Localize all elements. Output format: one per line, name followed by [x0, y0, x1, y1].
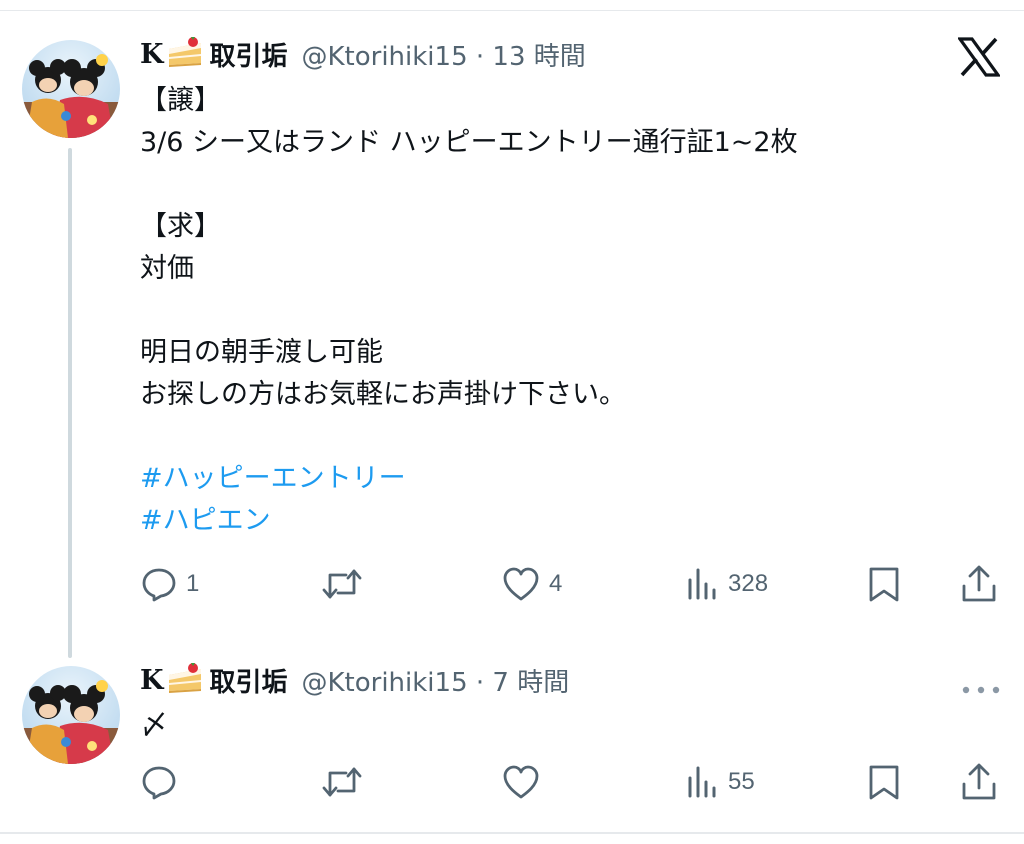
cake-icon: [165, 661, 205, 699]
share-icon: [960, 564, 998, 604]
reply-button[interactable]: [140, 762, 186, 802]
views-button[interactable]: 55: [686, 762, 755, 802]
avatar[interactable]: [22, 40, 120, 138]
tweet-line: 明日の朝手渡し可能: [140, 337, 383, 368]
heart-icon: [501, 565, 541, 603]
tweet-header: K 取引垢 @Ktorihiki15 · 7 時間: [140, 660, 569, 700]
top-divider: [0, 10, 1024, 11]
bar-chart-icon: [686, 565, 720, 603]
tweet-line: 【求】: [140, 211, 221, 242]
tweet-text: 【譲】 3/6 シー又はランド ハッピーエントリー通行証1~2枚 【求】 対価 …: [140, 80, 940, 542]
views-count: 55: [728, 768, 755, 795]
reply-count: 1: [186, 570, 200, 597]
cake-icon: [165, 35, 205, 73]
tweet-line: 対価: [140, 253, 194, 284]
reply-button[interactable]: 1: [140, 564, 199, 604]
hashtag-link[interactable]: #ハピエン: [140, 500, 940, 542]
bar-chart-icon: [686, 763, 720, 801]
like-button[interactable]: [501, 762, 549, 802]
retweet-button[interactable]: [320, 762, 372, 802]
retweet-button[interactable]: [320, 564, 372, 604]
thread-connector-line: [68, 148, 72, 658]
tweet-line: お探しの方はお気軽にお声掛け下さい。: [140, 379, 626, 410]
tweet-line: [140, 164, 940, 206]
display-name-prefix[interactable]: K: [140, 665, 163, 696]
like-count: 4: [549, 570, 563, 597]
avatar[interactable]: [22, 666, 120, 764]
handle-and-time[interactable]: @Ktorihiki15 · 13 時間: [301, 36, 585, 73]
views-count: 328: [728, 570, 769, 597]
display-name-prefix[interactable]: K: [140, 39, 163, 70]
reply-icon: [140, 565, 178, 603]
x-logo-icon[interactable]: [956, 37, 1002, 81]
tweet-line: 【譲】: [140, 85, 221, 116]
handle-and-time[interactable]: @Ktorihiki15 · 7 時間: [301, 662, 569, 699]
bookmark-button[interactable]: [866, 564, 902, 604]
heart-icon: [501, 763, 541, 801]
tweet-line: [140, 416, 940, 458]
more-dots-icon[interactable]: [962, 679, 1000, 694]
retweet-icon: [320, 565, 364, 603]
like-button[interactable]: 4: [501, 564, 562, 604]
views-button[interactable]: 328: [686, 564, 768, 604]
tweet-text: 〆: [140, 708, 169, 741]
tweet-line: [140, 290, 940, 332]
share-button[interactable]: [960, 564, 998, 604]
bottom-divider: [0, 832, 1024, 834]
display-name-suffix[interactable]: 取引垢: [209, 36, 287, 73]
bookmark-icon: [866, 763, 902, 801]
hashtag-link[interactable]: #ハッピーエントリー: [140, 458, 940, 500]
tweet-header: K 取引垢 @Ktorihiki15 · 13 時間: [140, 34, 586, 74]
bookmark-icon: [866, 565, 902, 603]
share-button[interactable]: [960, 762, 998, 802]
share-icon: [960, 762, 998, 802]
reply-icon: [140, 763, 178, 801]
display-name-suffix[interactable]: 取引垢: [209, 662, 287, 699]
tweet-line: 3/6 シー又はランド ハッピーエントリー通行証1~2枚: [140, 127, 798, 158]
retweet-icon: [320, 763, 364, 801]
bookmark-button[interactable]: [866, 762, 902, 802]
